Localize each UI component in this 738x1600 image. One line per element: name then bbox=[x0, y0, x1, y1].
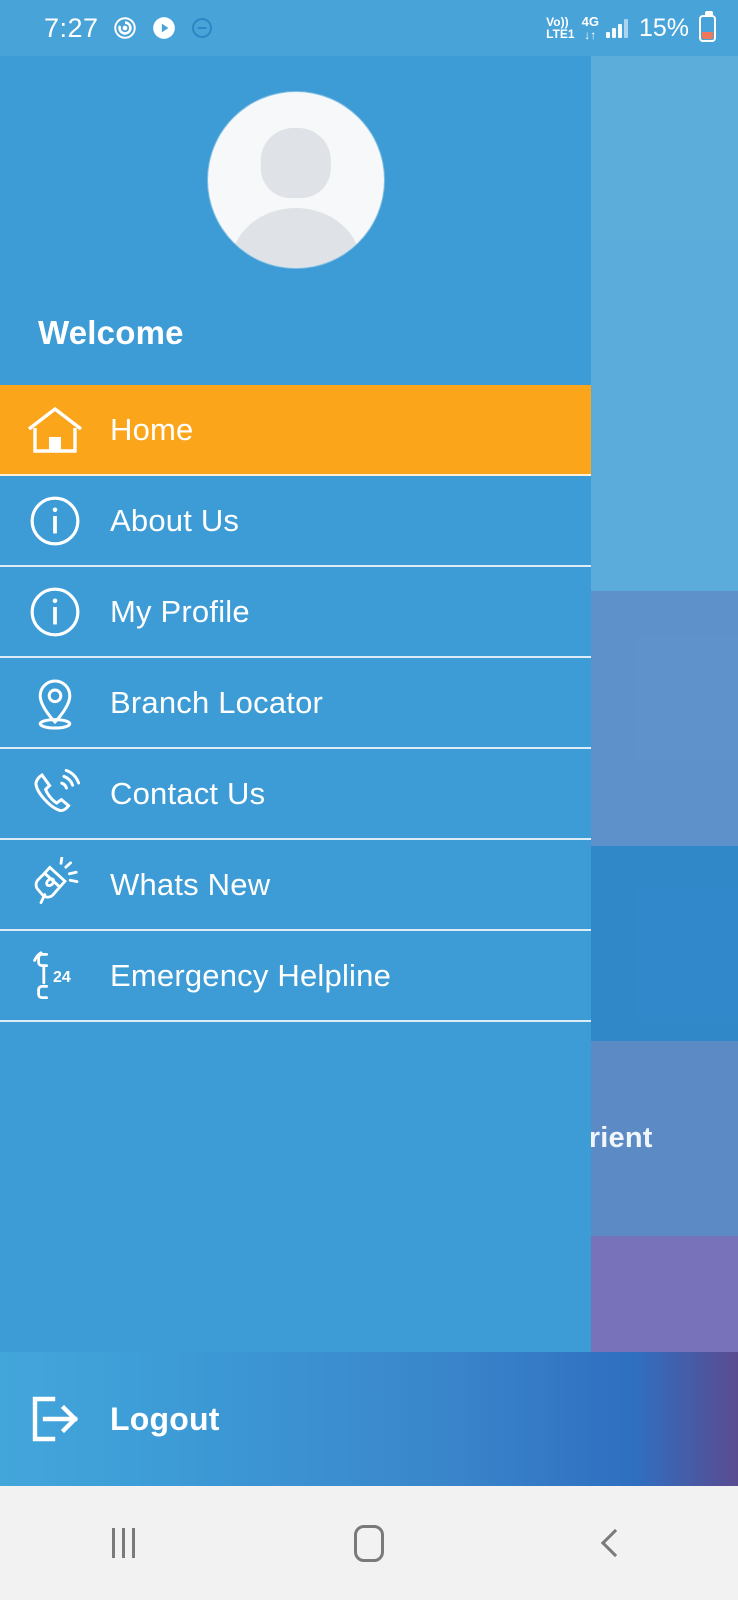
battery-icon bbox=[699, 10, 716, 42]
play-icon bbox=[151, 15, 177, 41]
avatar[interactable] bbox=[207, 92, 384, 268]
home-icon bbox=[0, 403, 110, 457]
sidebar-item-my-profile[interactable]: My Profile bbox=[0, 567, 591, 658]
sidebar-item-emergency-helpline[interactable]: 24 Emergency Helpline bbox=[0, 931, 591, 1022]
logout-label: Logout bbox=[110, 1400, 220, 1437]
battery-percent-label: 15% bbox=[638, 13, 689, 42]
megaphone-icon bbox=[0, 856, 110, 913]
avatar-body-shape bbox=[230, 208, 361, 268]
sidebar-item-whats-new[interactable]: Whats New bbox=[0, 840, 591, 931]
volte-indicator: Vo)) LTE1 bbox=[546, 14, 575, 41]
phone-screen: Orient 7:27 Vo)) LTE1 4G ↓↑ 15% Welcome … bbox=[0, 0, 738, 1600]
sidebar-item-label: Emergency Helpline bbox=[110, 957, 392, 993]
welcome-label: Welcome bbox=[38, 314, 184, 351]
network-type-indicator: 4G ↓↑ bbox=[581, 14, 599, 42]
recents-icon bbox=[111, 1528, 135, 1558]
logout-icon bbox=[0, 1393, 110, 1445]
sidebar-item-label: About Us bbox=[110, 502, 240, 538]
avatar-head-shape bbox=[260, 128, 331, 199]
sidebar-item-about-us[interactable]: About Us bbox=[0, 476, 591, 567]
sidebar-item-label: Home bbox=[110, 411, 194, 447]
sidebar-item-label: My Profile bbox=[110, 593, 250, 629]
status-bar-right: Vo)) LTE1 4G ↓↑ 15% bbox=[546, 10, 716, 43]
status-bar-clock: 7:27 bbox=[44, 12, 99, 43]
home-button[interactable] bbox=[289, 1486, 449, 1600]
drawer-menu: Home About Us My Profile Branch Locator … bbox=[0, 385, 591, 1022]
sidebar-item-home[interactable]: Home bbox=[0, 385, 591, 476]
avatar-container bbox=[0, 56, 591, 268]
phone-24-icon: 24 bbox=[0, 948, 110, 1004]
sidebar-item-label: Branch Locator bbox=[110, 684, 324, 720]
status-bar: 7:27 Vo)) LTE1 4G ↓↑ 15% bbox=[0, 0, 738, 56]
phone-ring-icon bbox=[0, 766, 110, 822]
signal-strength-icon bbox=[605, 18, 628, 38]
sidebar-item-label: Contact Us bbox=[110, 775, 266, 811]
back-chevron-icon bbox=[600, 1528, 630, 1558]
alarm-icon bbox=[112, 15, 138, 41]
home-nav-icon bbox=[354, 1524, 384, 1562]
svg-text:24: 24 bbox=[53, 969, 71, 986]
recents-button[interactable] bbox=[43, 1486, 203, 1600]
back-button[interactable] bbox=[535, 1486, 695, 1600]
info-icon bbox=[0, 494, 110, 548]
status-bar-left: 7:27 bbox=[44, 13, 214, 44]
sidebar-item-contact-us[interactable]: Contact Us bbox=[0, 749, 591, 840]
sidebar-item-branch-locator[interactable]: Branch Locator bbox=[0, 658, 591, 749]
android-nav-bar bbox=[0, 1486, 738, 1600]
sidebar-item-label: Whats New bbox=[110, 866, 271, 902]
logout-button[interactable]: Logout bbox=[0, 1352, 738, 1486]
location-pin-icon bbox=[0, 675, 110, 731]
info-icon bbox=[0, 585, 110, 639]
do-not-disturb-icon bbox=[190, 16, 214, 40]
